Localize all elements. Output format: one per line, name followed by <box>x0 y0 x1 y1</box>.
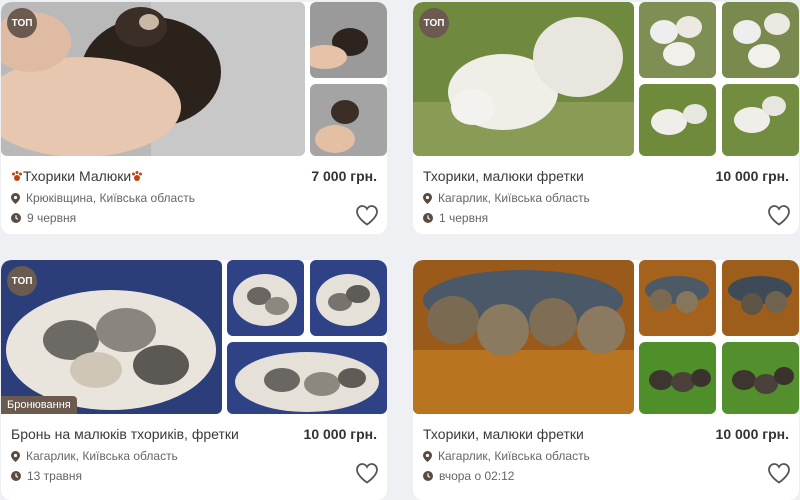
top-badge: ТОП <box>419 8 449 38</box>
clock-icon <box>11 213 21 223</box>
paw-icon <box>132 171 143 181</box>
listing-price: 7 000 грн. <box>311 168 377 184</box>
heart-icon[interactable] <box>355 462 379 484</box>
listing-location: Кагарлик, Київська область <box>423 449 590 463</box>
clock-icon <box>423 213 433 223</box>
listing-price: 10 000 грн. <box>303 426 377 442</box>
listing-price: 10 000 грн. <box>715 168 789 184</box>
listing-title[interactable]: Тхорики, малюки фретки <box>423 168 703 184</box>
listing-card[interactable]: ТОП Тхорики Малюки 7 000 грн. Крюківщина… <box>1 2 387 234</box>
listing-date: 9 червня <box>11 211 76 225</box>
listing-photo-thumb[interactable] <box>722 2 799 78</box>
listing-photo-thumb[interactable] <box>639 2 716 78</box>
date-text: 13 травня <box>27 469 83 483</box>
listing-photo-thumb[interactable] <box>639 342 716 414</box>
listing-photo-thumb[interactable] <box>227 260 304 336</box>
heart-icon[interactable] <box>355 204 379 226</box>
clock-icon <box>11 471 21 481</box>
location-text: Крюківщина, Київська область <box>26 191 195 205</box>
listing-photo-thumb[interactable] <box>639 84 716 156</box>
clock-icon <box>423 471 433 481</box>
listing-location: Кагарлик, Київська область <box>11 449 178 463</box>
location-text: Кагарлик, Київська область <box>26 449 178 463</box>
top-badge: ТОП <box>7 266 37 296</box>
listing-title-text: Тхорики Малюки <box>23 168 132 184</box>
location-text: Кагарлик, Київська область <box>438 191 590 205</box>
heart-icon[interactable] <box>767 204 791 226</box>
listing-photo-thumb[interactable] <box>722 260 799 336</box>
listing-card[interactable]: ТОП Бронювання Бронь на малюків тхориків… <box>1 260 387 500</box>
location-pin-icon <box>11 192 20 204</box>
listing-date: 13 травня <box>11 469 82 483</box>
listing-photo-main[interactable] <box>1 2 305 156</box>
listing-photo-thumb[interactable] <box>639 260 716 336</box>
listing-photo-thumb[interactable] <box>722 84 799 156</box>
top-badge: ТОП <box>7 8 37 38</box>
listing-card[interactable]: ТОП Тхорики, малюки фретки 10 000 грн. К… <box>413 2 799 234</box>
date-text: 9 червня <box>27 211 77 225</box>
listing-photo-thumb[interactable] <box>310 2 387 78</box>
listing-photo-main[interactable] <box>413 260 634 414</box>
listing-title[interactable]: Бронь на малюків тхориків, фретки <box>11 426 291 442</box>
listing-date: вчора о 02:12 <box>423 469 514 483</box>
listing-photo-thumb[interactable] <box>227 342 387 414</box>
listing-card[interactable]: Тхорики, малюки фретки 10 000 грн. Кагар… <box>413 260 799 500</box>
listing-title[interactable]: Тхорики, малюки фретки <box>423 426 703 442</box>
listing-date: 1 червня <box>423 211 488 225</box>
listing-photo-thumb[interactable] <box>310 260 387 336</box>
location-text: Кагарлик, Київська область <box>438 449 590 463</box>
location-pin-icon <box>423 450 432 462</box>
date-text: вчора о 02:12 <box>439 469 515 483</box>
listing-photo-thumb[interactable] <box>310 84 387 156</box>
reserved-badge: Бронювання <box>1 396 77 414</box>
paw-icon <box>12 171 22 181</box>
listing-title[interactable]: Тхорики Малюки <box>11 168 291 184</box>
listing-location: Кагарлик, Київська область <box>423 191 590 205</box>
date-text: 1 червня <box>439 211 489 225</box>
location-pin-icon <box>11 450 20 462</box>
location-pin-icon <box>423 192 432 204</box>
heart-icon[interactable] <box>767 462 791 484</box>
listing-location: Крюківщина, Київська область <box>11 191 195 205</box>
listing-photo-thumb[interactable] <box>722 342 799 414</box>
listing-price: 10 000 грн. <box>715 426 789 442</box>
